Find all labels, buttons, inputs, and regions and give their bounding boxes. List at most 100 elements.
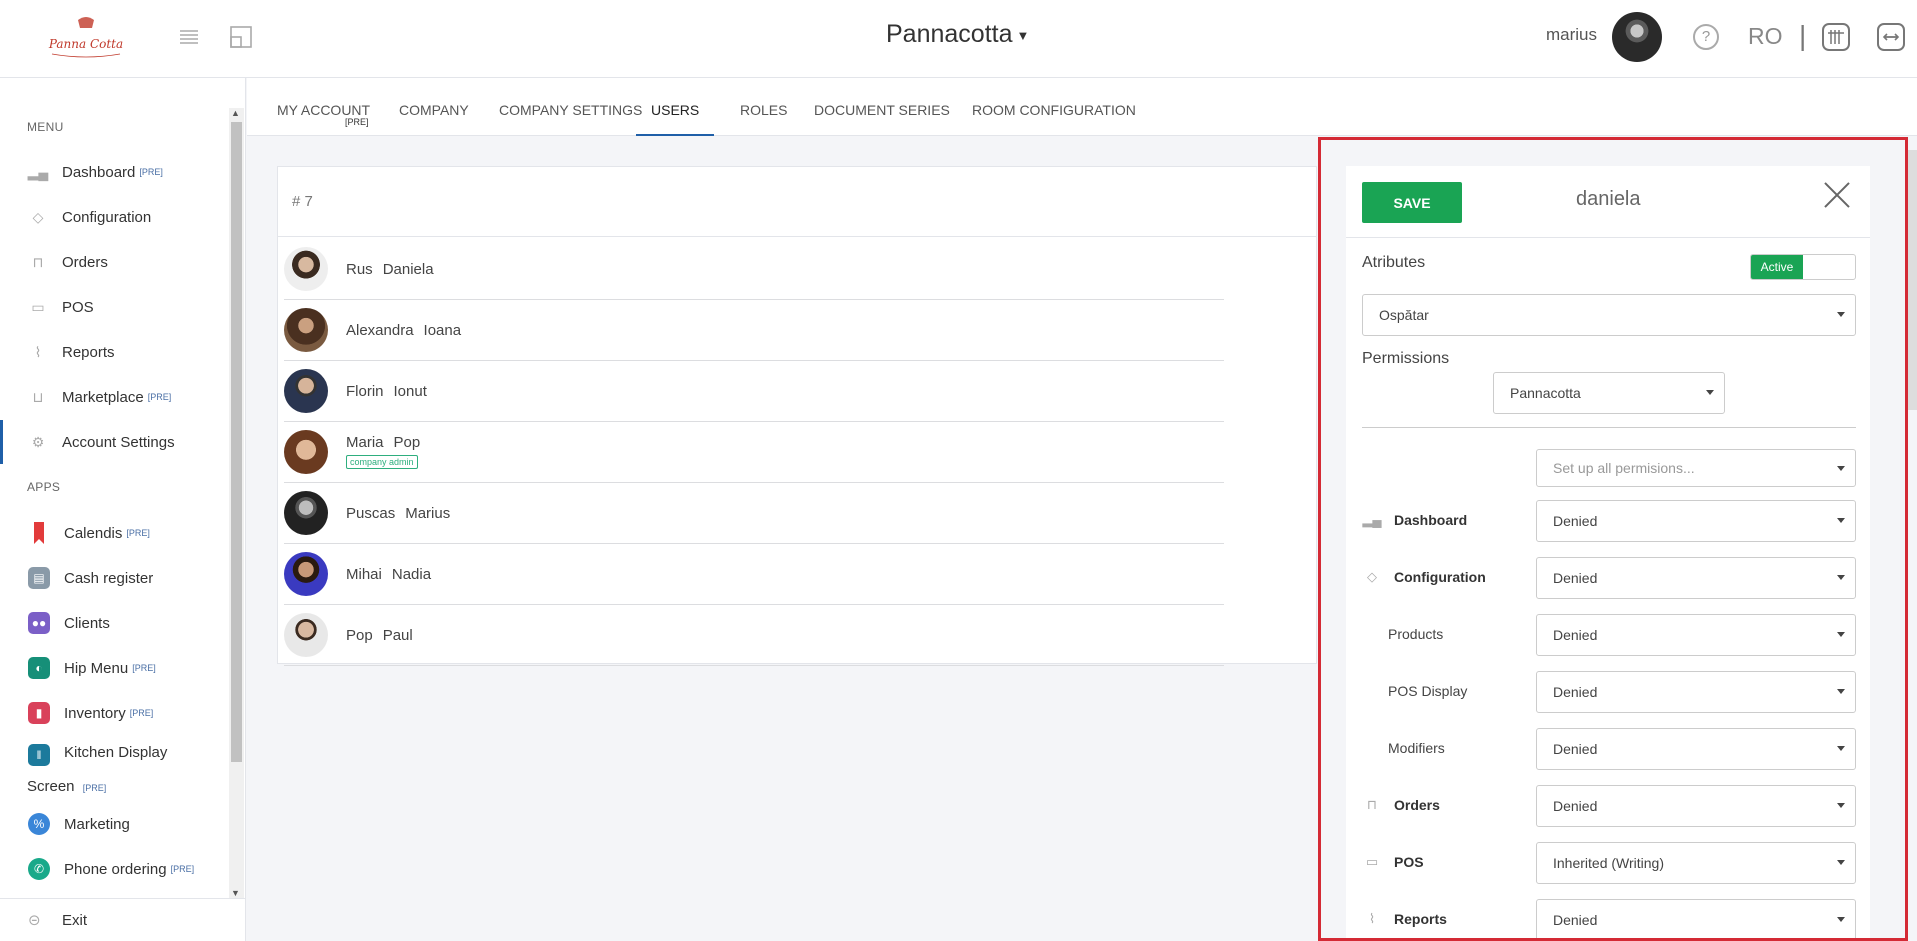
- sidebar-item-account-settings[interactable]: ⚙ Account Settings: [0, 420, 228, 464]
- tab-my-account[interactable]: MY ACCOUNT [PRE]: [277, 102, 370, 136]
- sidebar-app-calendis[interactable]: Calendis [PRE]: [0, 511, 228, 555]
- phone-icon: ✆: [28, 858, 50, 880]
- user-name: Pop Paul: [346, 626, 413, 644]
- avatar: [284, 552, 328, 596]
- user-info: Maria Pop company admin: [346, 434, 430, 470]
- scroll-up-icon[interactable]: ▲: [231, 108, 240, 118]
- sidebar-item-dashboard[interactable]: ▂▄ Dashboard [PRE]: [0, 150, 228, 194]
- user-row[interactable]: Mihai Nadia: [284, 544, 1224, 605]
- sidebar-app-marketing[interactable]: % Marketing: [0, 802, 228, 846]
- tab-roles[interactable]: ROLES: [740, 102, 787, 136]
- user-row[interactable]: Alexandra Ioana: [284, 300, 1224, 361]
- svg-text:Panna Cotta: Panna Cotta: [48, 37, 123, 51]
- user-name: Puscas Marius: [346, 504, 451, 522]
- menu-lines-icon[interactable]: [176, 24, 202, 50]
- sidebar-item-label: Hip Menu: [64, 659, 129, 677]
- sidebar-item-marketplace[interactable]: ⊔ Marketplace [PRE]: [0, 375, 228, 419]
- sidebar-app-phone-ordering[interactable]: ✆ Phone ordering [PRE]: [0, 847, 228, 891]
- sidebar-item-label: Account Settings: [62, 433, 175, 451]
- sidebar-item-orders[interactable]: ⊓ Orders: [0, 240, 228, 284]
- user-row[interactable]: Maria Pop company admin: [284, 422, 1224, 483]
- tab-company[interactable]: COMPANY: [399, 102, 469, 136]
- people-icon: ●●: [28, 612, 50, 634]
- sidebar-item-label: Phone ordering: [64, 860, 167, 878]
- sidebar-item-label: Marketplace: [62, 388, 144, 406]
- monitor-icon: ▭: [31, 298, 45, 315]
- inventory-icon: ▮: [28, 702, 50, 724]
- sidebar-item-label-line2: Screen: [27, 777, 75, 795]
- sidebar-app-hip-menu[interactable]: ◐ Hip Menu [PRE]: [0, 646, 228, 690]
- apps-section-label: APPS: [27, 480, 61, 494]
- tab-room-configuration[interactable]: ROOM CONFIGURATION: [972, 102, 1136, 136]
- top-bar: Panna Cotta Pannacotta ▼ marius ? RO |: [0, 0, 1917, 78]
- pre-tag: [PRE]: [82, 782, 107, 793]
- company-logo[interactable]: Panna Cotta: [44, 14, 128, 60]
- user-name: Maria Pop: [346, 434, 421, 451]
- user-row[interactable]: Puscas Marius: [284, 483, 1224, 544]
- exit-button[interactable]: ⊝ Exit: [0, 898, 246, 941]
- scroll-down-icon[interactable]: ▼: [231, 888, 240, 898]
- tab-company-settings[interactable]: COMPANY SETTINGS: [499, 102, 642, 136]
- expand-icon[interactable]: [228, 24, 254, 50]
- exit-label: Exit: [62, 911, 88, 929]
- sidebar: MENU ▂▄ Dashboard [PRE] ◇ Configuration …: [0, 78, 246, 941]
- user-name: Alexandra Ioana: [346, 321, 462, 339]
- help-icon[interactable]: ?: [1693, 24, 1719, 50]
- tab-users[interactable]: USERS: [636, 102, 715, 136]
- sidebar-item-label: POS: [62, 298, 94, 316]
- panel-highlight-frame: [1318, 137, 1908, 941]
- chevron-down-icon: ▼: [1016, 27, 1030, 43]
- cash-drawer-icon[interactable]: [1822, 23, 1850, 51]
- compass-icon: ◐: [28, 657, 50, 679]
- sidebar-item-configuration[interactable]: ◇ Configuration: [0, 195, 228, 239]
- pre-tag: [PRE]: [129, 708, 154, 718]
- users-count: # 7: [278, 167, 1316, 237]
- sync-icon[interactable]: [1877, 23, 1905, 51]
- avatar: [284, 491, 328, 535]
- sidebar-app-inventory[interactable]: ▮ Inventory [PRE]: [0, 691, 228, 735]
- sidebar-app-cash-register[interactable]: ▤ Cash register: [0, 556, 228, 600]
- scrollbar-thumb[interactable]: [231, 122, 242, 762]
- header-separator: |: [1799, 20, 1807, 51]
- user-row[interactable]: Florin Ionut: [284, 361, 1224, 422]
- avatar: [284, 430, 328, 474]
- avatar: [284, 369, 328, 413]
- user-row[interactable]: Pop Paul: [284, 605, 1224, 666]
- pre-tag: [PRE]: [345, 117, 369, 127]
- pre-tag: [PRE]: [147, 392, 172, 402]
- bar-chart-icon: ▂▄: [27, 163, 49, 180]
- sidebar-item-pos[interactable]: ▭ POS: [0, 285, 228, 329]
- sidebar-app-clients[interactable]: ●● Clients: [0, 601, 228, 645]
- sidebar-item-label: Calendis: [64, 524, 123, 542]
- sidebar-item-label: Reports: [62, 343, 115, 361]
- tab-label: MY ACCOUNT: [277, 102, 371, 118]
- sidebar-scrollbar[interactable]: ▲ ▼: [229, 108, 244, 898]
- sidebar-item-label: Inventory: [64, 704, 126, 722]
- cutlery-icon: ‖: [28, 744, 50, 766]
- sidebar-item-label: Marketing: [64, 815, 130, 833]
- sidebar-item-label: Clients: [64, 614, 110, 632]
- pre-tag: [PRE]: [139, 167, 163, 177]
- avatar: [284, 308, 328, 352]
- pre-tag: [PRE]: [126, 528, 150, 538]
- menu-section-label: MENU: [27, 120, 64, 134]
- percent-icon: %: [28, 813, 50, 835]
- language-selector[interactable]: RO: [1748, 23, 1783, 50]
- sidebar-item-reports[interactable]: ⌇ Reports: [0, 330, 228, 374]
- tag-icon: ◇: [32, 208, 44, 225]
- avatar: [284, 247, 328, 291]
- sidebar-item-label: Kitchen Display: [64, 744, 168, 761]
- avatar: [284, 613, 328, 657]
- sidebar-item-label: Orders: [62, 253, 108, 271]
- user-row[interactable]: Rus Daniela: [284, 239, 1224, 300]
- tab-document-series[interactable]: DOCUMENT SERIES: [814, 102, 950, 136]
- sidebar-app-kitchen-display[interactable]: ‖ Kitchen Display Screen [PRE]: [0, 736, 228, 804]
- exit-icon: ⊝: [28, 912, 41, 929]
- user-name: Florin Ionut: [346, 382, 427, 400]
- user-name: Rus Daniela: [346, 260, 434, 278]
- venue-selector[interactable]: Pannacotta ▼: [886, 20, 1029, 49]
- gear-icon: ⚙: [31, 433, 45, 450]
- user-avatar[interactable]: [1612, 12, 1662, 62]
- users-list-card: # 7 Rus Daniela Alexandra Ioana Florin Ionu…: [277, 166, 1317, 666]
- bookmark-icon: [28, 522, 50, 544]
